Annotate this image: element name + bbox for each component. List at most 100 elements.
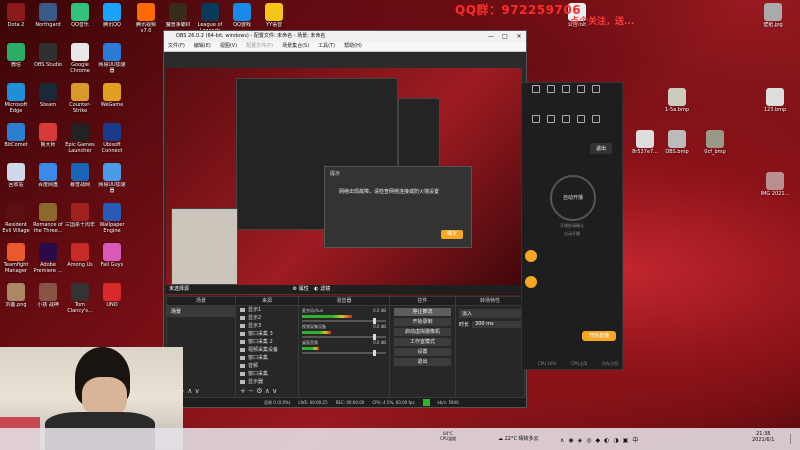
volume-slider[interactable] <box>302 318 386 324</box>
menu-edit[interactable]: 编辑(E) <box>194 42 211 51</box>
maximize-button[interactable]: □ <box>498 31 512 42</box>
weather-widget[interactable]: ☁ 22°C 晴转多云 <box>498 435 539 442</box>
menu-tools[interactable]: 工具(T) <box>318 42 335 51</box>
lock-icon[interactable] <box>532 115 540 123</box>
desktop-icon[interactable]: 8r537e7... <box>630 130 660 161</box>
desktop-icon[interactable]: 网易UU加速器 <box>97 163 127 194</box>
desktop-icon[interactable]: Resident Evil Village <box>1 203 31 234</box>
cpu-temp-widget[interactable]: 64°C CPU温度 <box>440 431 456 442</box>
volume-slider[interactable] <box>302 350 386 356</box>
source-item[interactable]: 显示3 <box>236 322 298 330</box>
desktop-icon[interactable]: Counter-Strike Global Off... <box>65 83 95 114</box>
clock[interactable]: 21:38 2021/6/1 <box>752 431 774 443</box>
display-icon[interactable]: ▣ <box>623 437 633 444</box>
desktop-icon[interactable]: QQ音乐 <box>65 3 95 34</box>
menu-scene-collection[interactable]: 场景集合(S) <box>282 42 309 51</box>
exit-button[interactable]: 退出 <box>589 143 612 154</box>
desktop-icon[interactable]: Tom Clancy's... <box>65 283 95 314</box>
desktop-icon[interactable]: 腾讯视频 v7.0 <box>131 3 161 34</box>
desktop-icon[interactable]: 三国杀十周年 <box>65 203 95 234</box>
filters-button[interactable]: 滤镜 <box>320 286 330 292</box>
ime-icon[interactable]: 中 <box>632 437 642 444</box>
obs-preview[interactable]: 提示 网络出现故障，请检查网络连接或防火墙设置 确定 <box>166 68 522 295</box>
start-live-button[interactable]: 开始直播 <box>582 331 616 341</box>
add-icon[interactable]: + <box>240 387 246 395</box>
control-button[interactable]: 停止推流 <box>394 308 451 316</box>
gear-icon[interactable] <box>592 115 600 123</box>
side-orange-button-1[interactable] <box>525 250 537 262</box>
desktop-icon[interactable]: 0cf_bmp <box>700 130 730 161</box>
menu-view[interactable]: 视图(V) <box>220 42 237 51</box>
desktop-icon[interactable]: 123.bmp <box>760 88 790 119</box>
source-item[interactable]: 显示1 <box>236 306 298 314</box>
volume-icon[interactable]: ◈ <box>578 437 587 444</box>
close-icon[interactable] <box>592 85 600 93</box>
desktop-icon[interactable]: 网易UU加速器 <box>97 43 127 74</box>
shield-icon[interactable]: ◆ <box>596 437 605 444</box>
desktop-icon[interactable]: 刘备.png <box>1 283 31 314</box>
control-button[interactable]: 设置 <box>394 348 451 356</box>
auto-start-circle[interactable]: 自动开播 <box>550 175 596 221</box>
menu-profile[interactable]: 配置文件(P) <box>246 42 273 51</box>
control-button[interactable]: 启动虚拟摄像机 <box>394 328 451 336</box>
pin-icon[interactable] <box>547 85 555 93</box>
obs-title-bar[interactable]: OBS 26.0.2 (64-bit, windows) - 配置文件: 未命名… <box>164 31 526 42</box>
minimize-icon[interactable] <box>577 85 585 93</box>
minimize-button[interactable]: — <box>484 31 498 42</box>
source-item[interactable]: 窗口采集 2 <box>236 338 298 346</box>
dialog-ok-button[interactable]: 确定 <box>441 230 463 239</box>
transition-select[interactable]: 淡入 <box>459 309 521 318</box>
desktop-icon[interactable]: Ubisoft Connect <box>97 123 127 154</box>
desktop-icon[interactable]: 鲁大师 <box>33 123 63 154</box>
copy-icon[interactable] <box>562 115 570 123</box>
source-item[interactable]: 视频采集设备 <box>236 346 298 354</box>
window-icon[interactable] <box>547 115 555 123</box>
gear-icon[interactable]: ⚙ <box>293 286 297 292</box>
desktop-icon[interactable]: Epic Games Launcher <box>65 123 95 154</box>
down-icon[interactable]: ∨ <box>195 387 200 395</box>
list-icon[interactable] <box>562 85 570 93</box>
down-icon[interactable]: ∨ <box>272 387 277 395</box>
chat-icon[interactable]: ◎ <box>586 437 595 444</box>
desktop-icon[interactable]: 1-5a.bmp <box>662 88 692 119</box>
desktop-icon[interactable]: Steam <box>33 83 63 114</box>
source-item[interactable]: 窗口采集 <box>236 354 298 362</box>
menu-file[interactable]: 文件(F) <box>168 42 185 51</box>
desktop-icon[interactable]: 回收站 <box>1 163 31 194</box>
home-icon[interactable] <box>532 85 540 93</box>
close-button[interactable]: ✕ <box>512 31 526 42</box>
source-item[interactable]: 窗口采集 <box>236 370 298 378</box>
control-button[interactable]: 开始录制 <box>394 318 451 326</box>
desktop-icon[interactable]: Wallpaper Engine <box>97 203 127 234</box>
desktop-icon[interactable]: Among Us <box>65 243 95 274</box>
desktop-icon[interactable]: 暴雪战网 <box>65 163 95 194</box>
side-orange-button-2[interactable] <box>525 276 537 288</box>
desktop-icon[interactable]: Adobe Premiere ... <box>33 243 63 274</box>
desktop-icon[interactable]: Teamfight Manager <box>1 243 31 274</box>
bell-icon[interactable] <box>577 115 585 123</box>
desktop-icon[interactable]: Dota 2 <box>1 3 31 34</box>
source-item[interactable]: 显示器 <box>236 378 298 386</box>
desktop-icon[interactable]: 百度网盘 <box>33 163 63 194</box>
source-item[interactable]: 窗口采集 3 <box>236 330 298 338</box>
filter-icon[interactable]: ◐ <box>314 286 318 292</box>
desktop-icon[interactable]: IMG 2021... <box>760 172 790 203</box>
control-button[interactable]: 工作室模式 <box>394 338 451 346</box>
desktop-icon[interactable]: UNO <box>97 283 127 314</box>
desktop-icon[interactable]: Google Chrome <box>65 43 95 74</box>
menu-help[interactable]: 帮助(H) <box>344 42 362 51</box>
properties-button[interactable]: 属性 <box>299 286 309 292</box>
network-icon[interactable]: ◉ <box>568 437 577 444</box>
desktop-icon[interactable]: Northgard <box>33 3 63 34</box>
desktop-icon[interactable]: 壁纸.jpg <box>758 3 788 34</box>
volume-slider[interactable] <box>302 334 386 340</box>
up-icon[interactable]: ∧ <box>187 387 192 395</box>
scene-item[interactable]: 场景 <box>167 306 235 317</box>
desktop-icon[interactable]: Romance of the Three... <box>33 203 63 234</box>
gear-icon[interactable]: ⚙ <box>256 387 262 395</box>
control-button[interactable]: 退出 <box>394 358 451 366</box>
up-icon[interactable]: ∧ <box>265 387 270 395</box>
desktop-icon[interactable]: BitComet <box>1 123 31 154</box>
desktop-icon[interactable]: OBS.bmp <box>662 130 692 161</box>
desktop-icon[interactable]: Fall Guys <box>97 243 127 274</box>
